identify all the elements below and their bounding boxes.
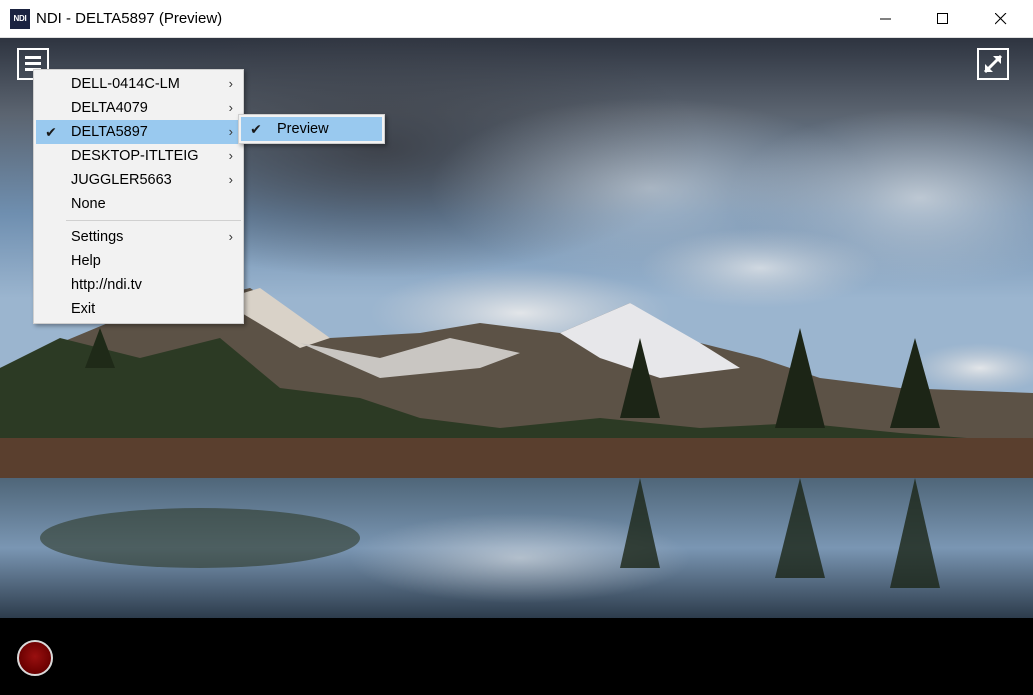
menu-item-settings[interactable]: Settings › bbox=[36, 225, 241, 249]
menu-item-label: http://ndi.tv bbox=[71, 277, 142, 293]
title-bar: NDI NDI - DELTA5897 (Preview) bbox=[0, 0, 1033, 38]
hamburger-line bbox=[25, 56, 41, 59]
checkmark-icon: ✔ bbox=[45, 124, 57, 140]
close-button[interactable] bbox=[978, 0, 1024, 37]
close-icon bbox=[995, 12, 1007, 24]
menu-item-label: JUGGLER5663 bbox=[71, 172, 172, 188]
chevron-right-icon: › bbox=[228, 172, 233, 187]
menu-item-source[interactable]: DESKTOP-ITLTEIG › bbox=[36, 144, 241, 168]
record-button[interactable] bbox=[17, 640, 53, 676]
menu-item-none[interactable]: None bbox=[36, 192, 241, 216]
maximize-button[interactable] bbox=[920, 0, 966, 37]
minimize-icon bbox=[880, 18, 891, 19]
source-menu: DELL-0414C-LM › DELTA4079 › ✔ DELTA5897 … bbox=[33, 69, 244, 324]
chevron-right-icon: › bbox=[228, 229, 233, 244]
menu-item-label: Exit bbox=[71, 301, 96, 317]
hamburger-line bbox=[25, 62, 41, 65]
submenu-item-preview[interactable]: ✔ Preview bbox=[241, 117, 382, 141]
menu-item-exit[interactable]: Exit bbox=[36, 297, 241, 321]
ndi-logo-icon: NDI bbox=[10, 9, 30, 29]
source-submenu: ✔ Preview bbox=[238, 114, 385, 144]
menu-item-source[interactable]: JUGGLER5663 › bbox=[36, 168, 241, 192]
chevron-right-icon: › bbox=[228, 148, 233, 163]
menu-item-label: DELTA5897 bbox=[71, 124, 148, 140]
window-title: NDI - DELTA5897 (Preview) bbox=[36, 10, 223, 27]
chevron-right-icon: › bbox=[228, 76, 233, 91]
chevron-right-icon: › bbox=[228, 124, 233, 139]
menu-item-label: DESKTOP-ITLTEIG bbox=[71, 148, 199, 164]
maximize-icon bbox=[937, 12, 948, 24]
menu-item-website[interactable]: http://ndi.tv bbox=[36, 273, 241, 297]
expand-arrows-icon bbox=[983, 54, 1003, 74]
chevron-right-icon: › bbox=[228, 100, 233, 115]
menu-item-source[interactable]: DELL-0414C-LM › bbox=[36, 72, 241, 96]
menu-item-help[interactable]: Help bbox=[36, 249, 241, 273]
menu-separator bbox=[66, 220, 241, 221]
fullscreen-button[interactable] bbox=[977, 48, 1009, 80]
menu-item-label: Settings bbox=[71, 229, 124, 245]
checkmark-icon: ✔ bbox=[250, 121, 262, 137]
minimize-button[interactable] bbox=[863, 0, 909, 37]
submenu-item-label: Preview bbox=[277, 121, 329, 137]
menu-item-label: DELL-0414C-LM bbox=[71, 76, 180, 92]
menu-item-source[interactable]: DELTA4079 › bbox=[36, 96, 241, 120]
menu-item-label: DELTA4079 bbox=[71, 100, 148, 116]
menu-item-source-selected[interactable]: ✔ DELTA5897 › bbox=[36, 120, 241, 144]
menu-item-label: None bbox=[71, 196, 106, 212]
menu-item-label: Help bbox=[71, 253, 101, 269]
